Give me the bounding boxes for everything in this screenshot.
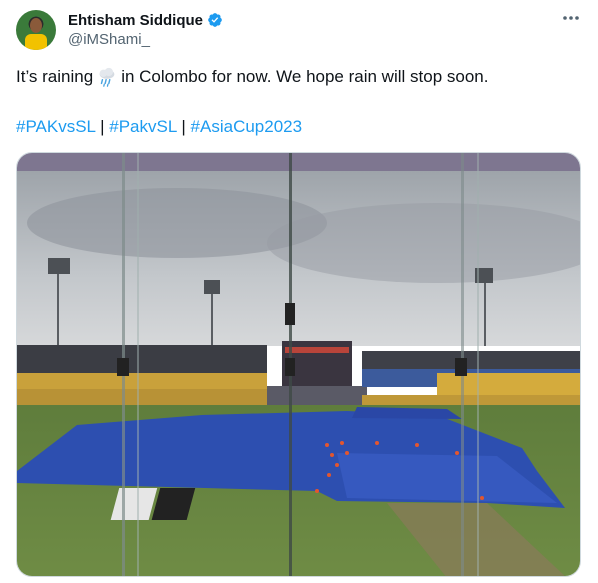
- author-handle[interactable]: @iMShami_: [68, 31, 150, 48]
- tweet-text: It’s raining in Colombo for now. We hope…: [16, 66, 488, 88]
- avatar[interactable]: [16, 10, 56, 50]
- verified-badge-icon: [208, 13, 222, 27]
- avatar-face: [30, 18, 42, 33]
- tweet-photo[interactable]: [16, 152, 581, 577]
- hashtag-pakvssl[interactable]: #PAKvsSL: [16, 117, 95, 136]
- hashtag-separator: |: [100, 117, 110, 136]
- hashtag-separator: |: [181, 117, 191, 136]
- tweet-card[interactable]: Ehtisham Siddique @iMShami_ It’s raining…: [0, 0, 598, 583]
- hashtag-row: #PAKvsSL | #PakvSL | #AsiaCup2023: [16, 117, 302, 137]
- tweet-text-end: in Colombo for now. We hope rain will st…: [121, 67, 489, 86]
- avatar-shirt: [25, 34, 47, 50]
- author-name[interactable]: Ehtisham Siddique: [68, 12, 203, 29]
- more-options-icon[interactable]: [558, 8, 584, 28]
- stadium-photo: [17, 153, 580, 576]
- tweet-text-start: It’s raining: [16, 67, 94, 86]
- rain-cloud-icon: [99, 67, 115, 87]
- author-row: Ehtisham Siddique: [68, 10, 223, 30]
- hashtag-pakvsl[interactable]: #PakvSL: [109, 117, 176, 136]
- hashtag-asiacup2023[interactable]: #AsiaCup2023: [191, 117, 303, 136]
